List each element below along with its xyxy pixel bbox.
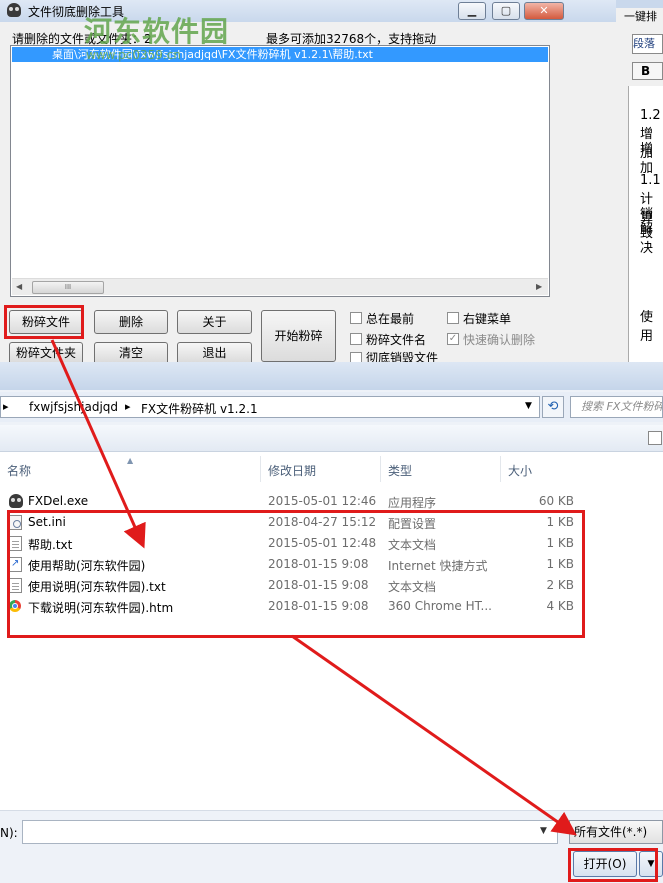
arrow-to-file-list <box>50 339 146 549</box>
annotation-arrows <box>50 339 577 836</box>
arrow-to-open-button <box>291 634 577 836</box>
